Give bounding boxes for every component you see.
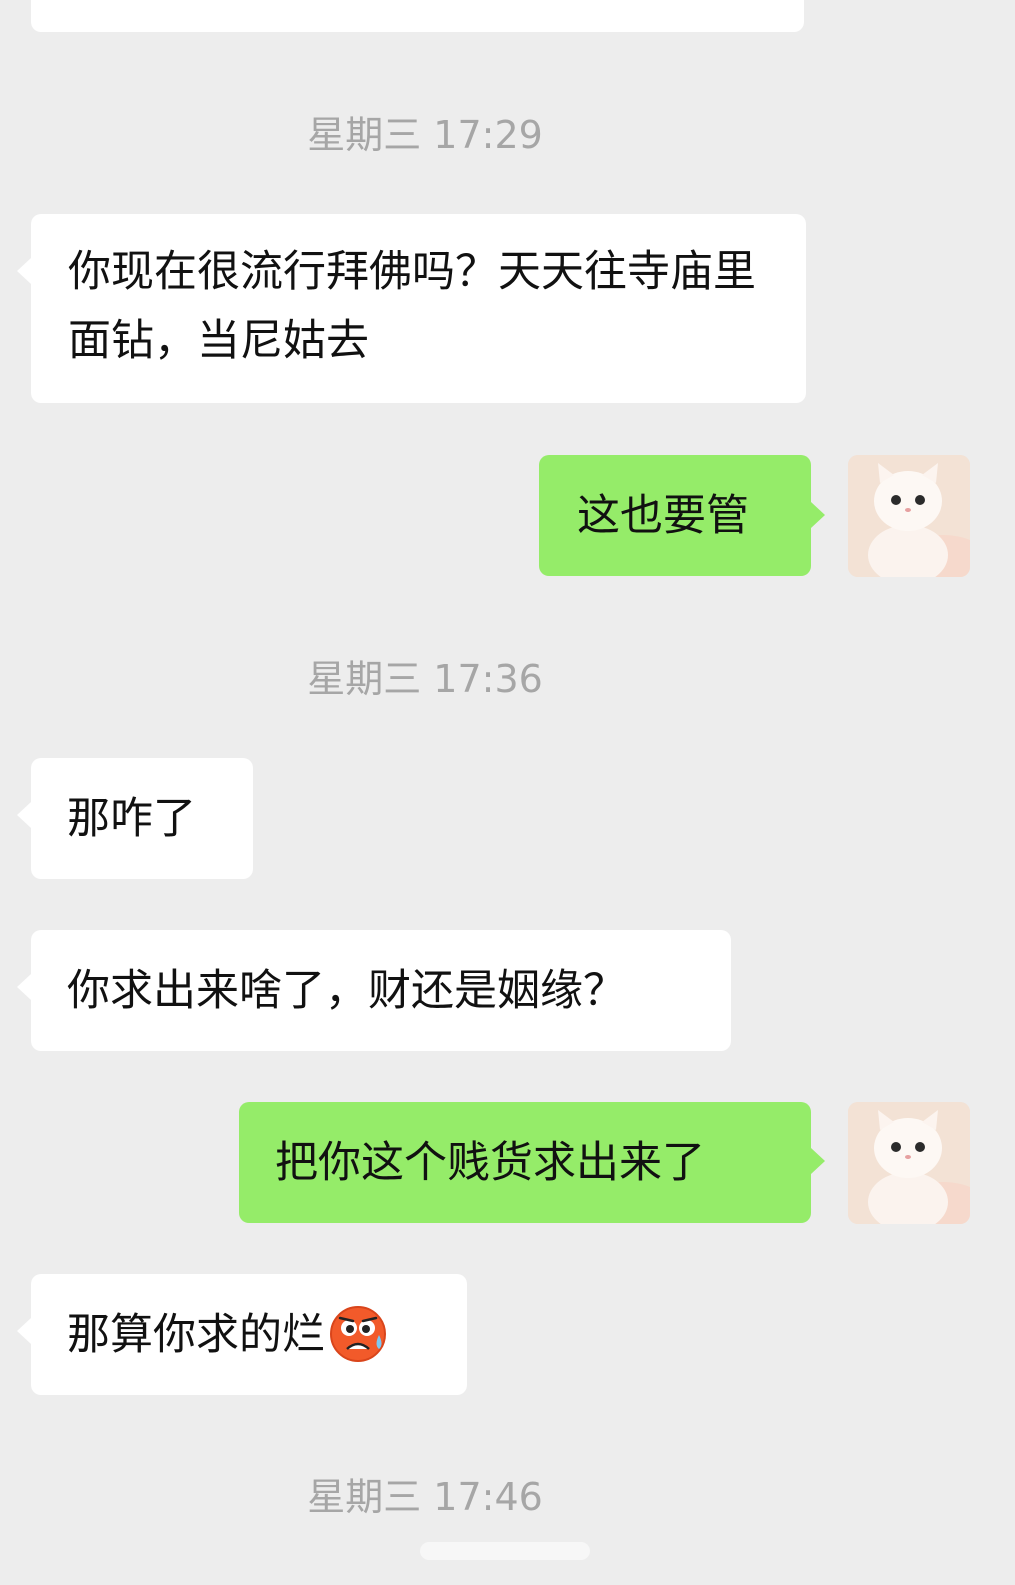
user-avatar[interactable] (848, 1102, 970, 1224)
bubble-tail (17, 258, 31, 284)
bubble-tail (811, 1148, 825, 1174)
timestamp: 星期三 17:46 (307, 1475, 543, 1519)
bubble-tail (17, 1318, 31, 1344)
sent-message[interactable]: 把你这个贱货求出来了 (239, 1102, 811, 1223)
bubble-tail (811, 502, 825, 528)
timestamp: 星期三 17:36 (307, 657, 543, 701)
user-avatar[interactable] (848, 455, 970, 577)
bubble-tail (17, 974, 31, 1000)
timestamp: 星期三 17:29 (307, 113, 543, 157)
white-kitten-avatar-icon (848, 1102, 970, 1224)
worried-sweat-emoji-icon (329, 1305, 387, 1363)
home-indicator[interactable] (420, 1542, 590, 1560)
message-text: 那算你求的烂 (67, 1310, 325, 1360)
received-message[interactable]: 你求出来啥了，财还是姻缘？ (31, 930, 731, 1051)
bubble-tail (17, 802, 31, 828)
chat-window: 星期三 17:29 你现在很流行拜佛吗？天天往寺庙里面钻，当尼姑去 这也要管 星… (0, 0, 1015, 1585)
received-message[interactable]: 你现在很流行拜佛吗？天天往寺庙里面钻，当尼姑去 (31, 214, 806, 403)
white-kitten-avatar-icon (848, 455, 970, 577)
received-message[interactable]: 那算你求的烂 (31, 1274, 467, 1395)
sent-message[interactable]: 这也要管 (539, 455, 811, 576)
received-message[interactable]: 那咋了 (31, 758, 253, 879)
message-bubble-partial[interactable] (31, 0, 804, 32)
